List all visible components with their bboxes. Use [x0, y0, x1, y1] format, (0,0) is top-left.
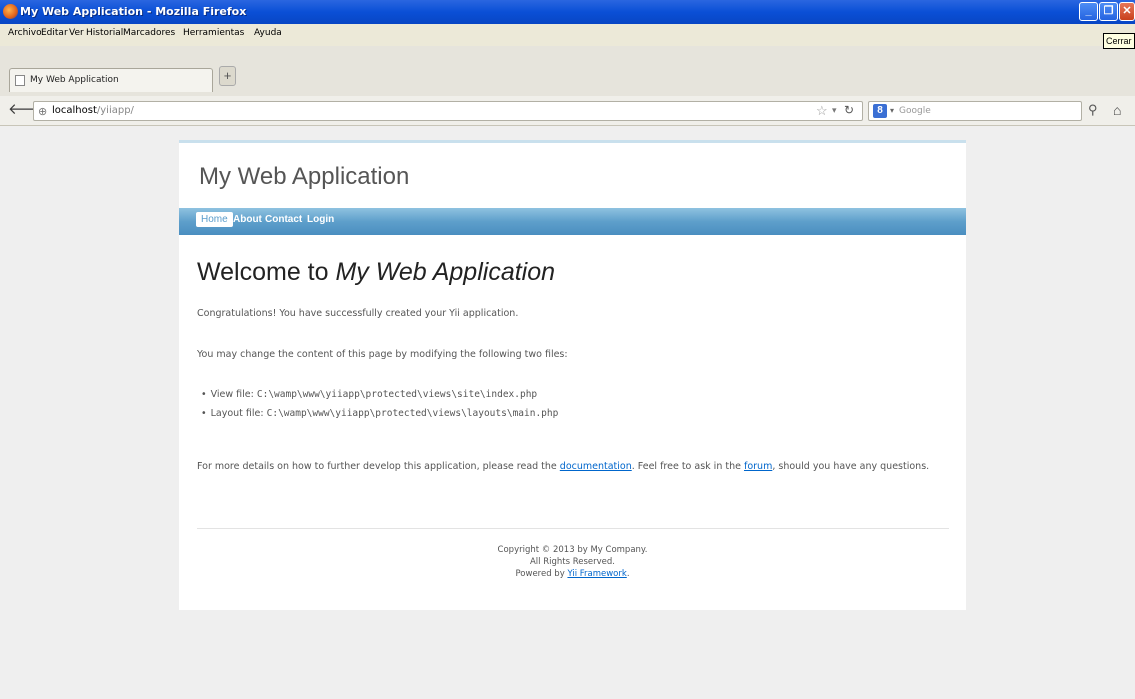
footer-period: .: [626, 569, 630, 579]
more-details-text: For more details on how to further devel…: [197, 461, 929, 472]
footer-rights: All Rights Reserved.: [529, 557, 616, 567]
search-engine-dropdown-icon[interactable]: ▾: [890, 106, 894, 115]
search-engine-icon[interactable]: 8: [873, 104, 887, 118]
search-magnifier-icon[interactable]: ⚲: [1088, 102, 1098, 118]
menu-contact-link[interactable]: Contact: [265, 214, 302, 225]
bookmark-star-icon[interactable]: ☆: [816, 103, 828, 119]
menu-bar: Archivo Editar Ver Historial Marcadores …: [0, 24, 1135, 46]
layout-file-path: C:\wamp\www\yiiapp\protected\views\layou…: [266, 408, 559, 419]
url-bar[interactable]: ⊕ localhost/yiiapp/ ☆ ▾ ↻: [33, 101, 863, 121]
menu-ayuda[interactable]: Ayuda: [254, 28, 282, 38]
url-text[interactable]: localhost/yiiapp/: [52, 105, 134, 116]
list-item-layout-file: Layout file: C:\wamp\www\yiiapp\protecte…: [201, 408, 559, 419]
welcome-prefix: Welcome to: [197, 258, 336, 286]
history-dropdown-icon[interactable]: ▾: [832, 105, 837, 116]
welcome-heading: Welcome to My Web Application: [197, 258, 555, 287]
menu-login-link[interactable]: Login: [307, 214, 334, 225]
menu-herramientas[interactable]: Herramientas: [183, 28, 244, 38]
footer: Copyright © 2013 by My Company. All Righ…: [179, 544, 966, 580]
layout-file-label: Layout file:: [210, 408, 267, 419]
menu-about-link[interactable]: About: [233, 214, 262, 225]
more-details-suffix: , should you have any questions.: [772, 461, 930, 472]
url-host: localhost: [52, 105, 97, 116]
forum-link[interactable]: forum: [744, 461, 772, 472]
navigation-toolbar: 🡐 ⊕ localhost/yiiapp/ ☆ ▾ ↻ 8 ▾ Google ⚲…: [0, 96, 1135, 126]
reload-icon[interactable]: ↻: [844, 103, 854, 117]
menu-editar[interactable]: Editar: [41, 28, 68, 38]
globe-icon: ⊕: [38, 106, 48, 118]
footer-copyright: Copyright © 2013 by My Company.: [497, 545, 648, 555]
page-container: My Web Application Home About Contact Lo…: [179, 140, 966, 610]
menu-ver[interactable]: Ver: [69, 28, 84, 38]
more-details-prefix: For more details on how to further devel…: [197, 461, 560, 472]
footer-powered: Powered by Yii Framework.: [179, 568, 966, 580]
list-item-view-file: View file: C:\wamp\www\yiiapp\protected\…: [201, 389, 558, 400]
menu-home-link[interactable]: Home: [196, 212, 233, 227]
more-details-middle: . Feel free to ask in the: [631, 461, 744, 472]
menu-marcadores[interactable]: Marcadores: [123, 28, 175, 38]
documentation-link[interactable]: documentation: [560, 461, 632, 472]
site-logo-title: My Web Application: [199, 163, 410, 190]
window-title: My Web Application - Mozilla Firefox: [20, 5, 247, 18]
maximize-button[interactable]: ❐: [1099, 2, 1118, 21]
tab-bar: My Web Application +: [0, 46, 1135, 96]
url-path: /yiiapp/: [96, 105, 134, 116]
page-viewport: My Web Application Home About Contact Lo…: [0, 127, 1135, 699]
file-list: View file: C:\wamp\www\yiiapp\protected\…: [201, 389, 559, 427]
footer-divider: [197, 528, 949, 529]
tab-label: My Web Application: [30, 75, 119, 85]
tab-my-web-application[interactable]: My Web Application: [9, 68, 213, 92]
close-tooltip: Cerrar: [1103, 33, 1135, 49]
main-menu: Home About Contact Login: [179, 208, 966, 235]
minimize-button[interactable]: _: [1079, 2, 1098, 21]
window-titlebar: My Web Application - Mozilla Firefox _ ❐…: [0, 0, 1135, 24]
view-file-label: View file:: [210, 389, 257, 400]
back-arrow-icon[interactable]: 🡐: [8, 102, 48, 120]
new-tab-button[interactable]: +: [219, 66, 236, 86]
search-placeholder: Google: [899, 106, 931, 116]
firefox-icon: [3, 4, 18, 19]
search-bar[interactable]: 8 ▾ Google: [868, 101, 1082, 121]
page-icon: [15, 75, 25, 86]
view-file-path: C:\wamp\www\yiiapp\protected\views\site\…: [256, 389, 538, 400]
footer-powered-label: Powered by: [515, 569, 568, 579]
congrats-text: Congratulations! You have successfully c…: [197, 308, 519, 319]
menu-historial[interactable]: Historial: [86, 28, 123, 38]
menu-archivo[interactable]: Archivo: [8, 28, 42, 38]
welcome-app-name: My Web Application: [335, 258, 556, 286]
home-icon[interactable]: ⌂: [1113, 102, 1121, 118]
close-button[interactable]: ✕: [1119, 2, 1135, 21]
yii-framework-link[interactable]: Yii Framework: [567, 569, 626, 579]
change-intro-text: You may change the content of this page …: [197, 349, 568, 360]
